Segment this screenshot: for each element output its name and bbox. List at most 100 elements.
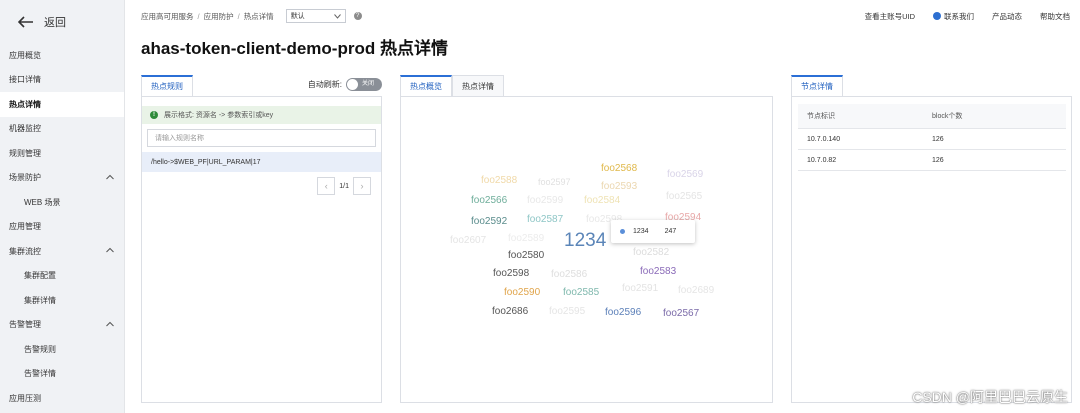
watermark: CSDN @阿里巴巴云原生 xyxy=(912,389,1068,405)
back-button[interactable]: 返回 xyxy=(0,0,124,43)
table-header: 节点标识 block个数 xyxy=(798,104,1066,129)
word-cloud-item[interactable]: foo2598 xyxy=(493,268,529,279)
sidebar-item[interactable]: WEB 场景 xyxy=(0,190,124,215)
table-row: 10.7.0.82 126 xyxy=(798,150,1066,171)
word-cloud-item[interactable]: foo2565 xyxy=(666,191,702,202)
sidebar-item[interactable]: 机器监控 xyxy=(0,117,124,142)
chevron-up-icon xyxy=(106,174,114,179)
chevron-down-icon xyxy=(333,13,341,19)
sidebar-item-label: 告警规则 xyxy=(24,344,56,354)
account-uid-link[interactable]: 查看主账号UID xyxy=(865,11,915,22)
sidebar-item[interactable]: 集群配置 xyxy=(0,264,124,289)
node-detail-panel: 节点详情 节点标识 block个数 10.7.0.140 126 10.7.0.… xyxy=(791,75,1072,403)
sidebar-item-label: 应用管理 xyxy=(9,222,41,232)
next-page-button[interactable]: › xyxy=(353,177,371,195)
block-count-cell: 126 xyxy=(932,156,944,164)
word-cloud-item[interactable]: foo2569 xyxy=(667,169,703,180)
sidebar-item[interactable]: 应用管理 xyxy=(0,215,124,240)
word-cloud-item[interactable]: 1234 xyxy=(564,230,606,252)
info-bar: ! 展示格式: 资源名 -> 参数索引或key xyxy=(142,106,381,124)
contact-icon xyxy=(933,12,941,20)
word-cloud-item[interactable]: foo2597 xyxy=(538,177,571,187)
pagination: ‹ 1/1 › xyxy=(317,177,371,195)
tab-hot-overview[interactable]: 热点概览 xyxy=(400,75,452,96)
help-docs-link[interactable]: 帮助文档 xyxy=(1040,11,1070,22)
auto-refresh: 自动刷新: 关闭 xyxy=(308,78,382,91)
tooltip-marker xyxy=(620,229,625,234)
sidebar: 返回 应用概览接口详情热点详情机器监控规则管理场景防护 WEB 场景应用管理集群流… xyxy=(0,0,125,413)
sidebar-item[interactable]: 集群详情 xyxy=(0,288,124,313)
word-cloud-item[interactable]: foo2586 xyxy=(551,269,587,280)
sidebar-item[interactable]: 规则管理 xyxy=(0,141,124,166)
word-cloud: foo2588 foo2597 foo2568 foo2569 foo2593 foo25… xyxy=(400,96,773,403)
tooltip-name: 1234 xyxy=(633,228,649,235)
arrow-left-icon xyxy=(18,15,33,28)
back-label: 返回 xyxy=(44,16,66,29)
word-cloud-item[interactable]: foo2607 xyxy=(450,235,486,246)
sidebar-item[interactable]: 告警详情 xyxy=(0,362,124,387)
contact-link[interactable]: 联系我们 xyxy=(933,11,974,22)
chevron-up-icon xyxy=(106,247,114,253)
sidebar-item-label: 应用概览 xyxy=(9,50,41,60)
breadcrumb-item[interactable]: 应用防护 xyxy=(204,11,234,22)
sidebar-item[interactable]: 应用概览 xyxy=(0,43,124,68)
sidebar-item-label: 应用压测 xyxy=(9,393,41,403)
hot-rules-panel: 热点规则 自动刷新: 关闭 ! 展示格式: 资源名 -> 参数索引或key 请输… xyxy=(141,75,382,403)
tab-hot-detail[interactable]: 热点详情 xyxy=(452,75,504,96)
search-placeholder: 请输入规则名称 xyxy=(155,135,204,142)
word-cloud-item[interactable]: foo2589 xyxy=(508,233,544,244)
word-cloud-item[interactable]: foo2568 xyxy=(601,163,637,174)
sidebar-item[interactable]: 接口详情 xyxy=(0,68,124,93)
word-cloud-item[interactable]: foo2584 xyxy=(584,195,620,206)
sidebar-item[interactable]: 告警管理 xyxy=(0,313,124,338)
word-cloud-item[interactable]: foo2590 xyxy=(504,287,540,298)
sidebar-item-label: 集群流控 xyxy=(9,246,41,256)
sidebar-item-label: 场景防护 xyxy=(9,173,41,183)
sidebar-item[interactable]: 场景防护 xyxy=(0,166,124,191)
word-cloud-item[interactable]: foo2689 xyxy=(678,285,714,296)
sidebar-item-label: 热点详情 xyxy=(9,99,41,109)
node-id-cell: 10.7.0.140 xyxy=(807,135,841,143)
word-cloud-item[interactable]: foo2566 xyxy=(471,195,507,206)
word-cloud-item[interactable]: foo2585 xyxy=(563,287,599,298)
breadcrumb-item[interactable]: 应用高可用服务 xyxy=(141,11,194,22)
word-cloud-item[interactable]: foo2588 xyxy=(481,175,517,186)
list-item[interactable]: /hello->$WEB_PF|URL_PARAM|17 xyxy=(142,152,381,172)
word-cloud-item[interactable]: foo2580 xyxy=(508,250,544,261)
word-cloud-item[interactable]: foo2567 xyxy=(663,308,699,319)
namespace-select[interactable]: 默认 xyxy=(285,9,346,23)
sidebar-item[interactable]: 热点详情 xyxy=(0,92,124,117)
breadcrumb-separator: / xyxy=(237,11,240,21)
tab-hot-rules[interactable]: 热点规则 xyxy=(141,75,193,96)
auto-refresh-toggle[interactable]: 关闭 xyxy=(346,78,382,91)
sidebar-item[interactable]: 应用压测 xyxy=(0,386,124,411)
word-cloud-item[interactable]: foo2599 xyxy=(527,195,563,206)
sidebar-item-label: 集群详情 xyxy=(24,295,56,305)
word-cloud-item[interactable]: foo2591 xyxy=(622,283,658,294)
sidebar-item-label: 机器监控 xyxy=(9,124,41,134)
word-tooltip: 1234 247 xyxy=(611,220,695,243)
chevron-up-icon xyxy=(106,321,114,326)
help-icon[interactable]: ? xyxy=(353,12,362,20)
tab-node-detail[interactable]: 节点详情 xyxy=(791,75,843,96)
breadcrumb: 应用高可用服务 / 应用防护 / 热点详情 默认 ? 查看主账号UID 联系我们… xyxy=(125,0,1080,32)
sidebar-item-label: 接口详情 xyxy=(9,75,41,85)
rule-search-input[interactable]: 请输入规则名称 xyxy=(147,129,376,147)
word-cloud-item[interactable]: foo2592 xyxy=(471,216,507,227)
product-news-link[interactable]: 产品动态 xyxy=(992,11,1022,22)
word-cloud-item[interactable]: foo2596 xyxy=(605,307,641,318)
sidebar-item-label: WEB 场景 xyxy=(24,197,61,207)
word-cloud-item[interactable]: foo2593 xyxy=(601,181,637,192)
contact-label: 联系我们 xyxy=(944,11,974,21)
prev-page-button[interactable]: ‹ xyxy=(317,177,336,195)
sidebar-item[interactable]: 集群流控 xyxy=(0,239,124,264)
word-cloud-item[interactable]: foo2686 xyxy=(492,306,528,317)
word-cloud-item[interactable]: foo2583 xyxy=(640,266,676,277)
sidebar-item-label: 集群配置 xyxy=(24,271,56,281)
sidebar-item[interactable]: 告警规则 xyxy=(0,337,124,362)
select-value: 默认 xyxy=(290,13,305,20)
breadcrumb-item: 热点详情 xyxy=(243,11,274,21)
word-cloud-item[interactable]: foo2582 xyxy=(633,247,669,258)
word-cloud-item[interactable]: foo2595 xyxy=(549,306,585,317)
word-cloud-item[interactable]: foo2587 xyxy=(527,214,563,225)
